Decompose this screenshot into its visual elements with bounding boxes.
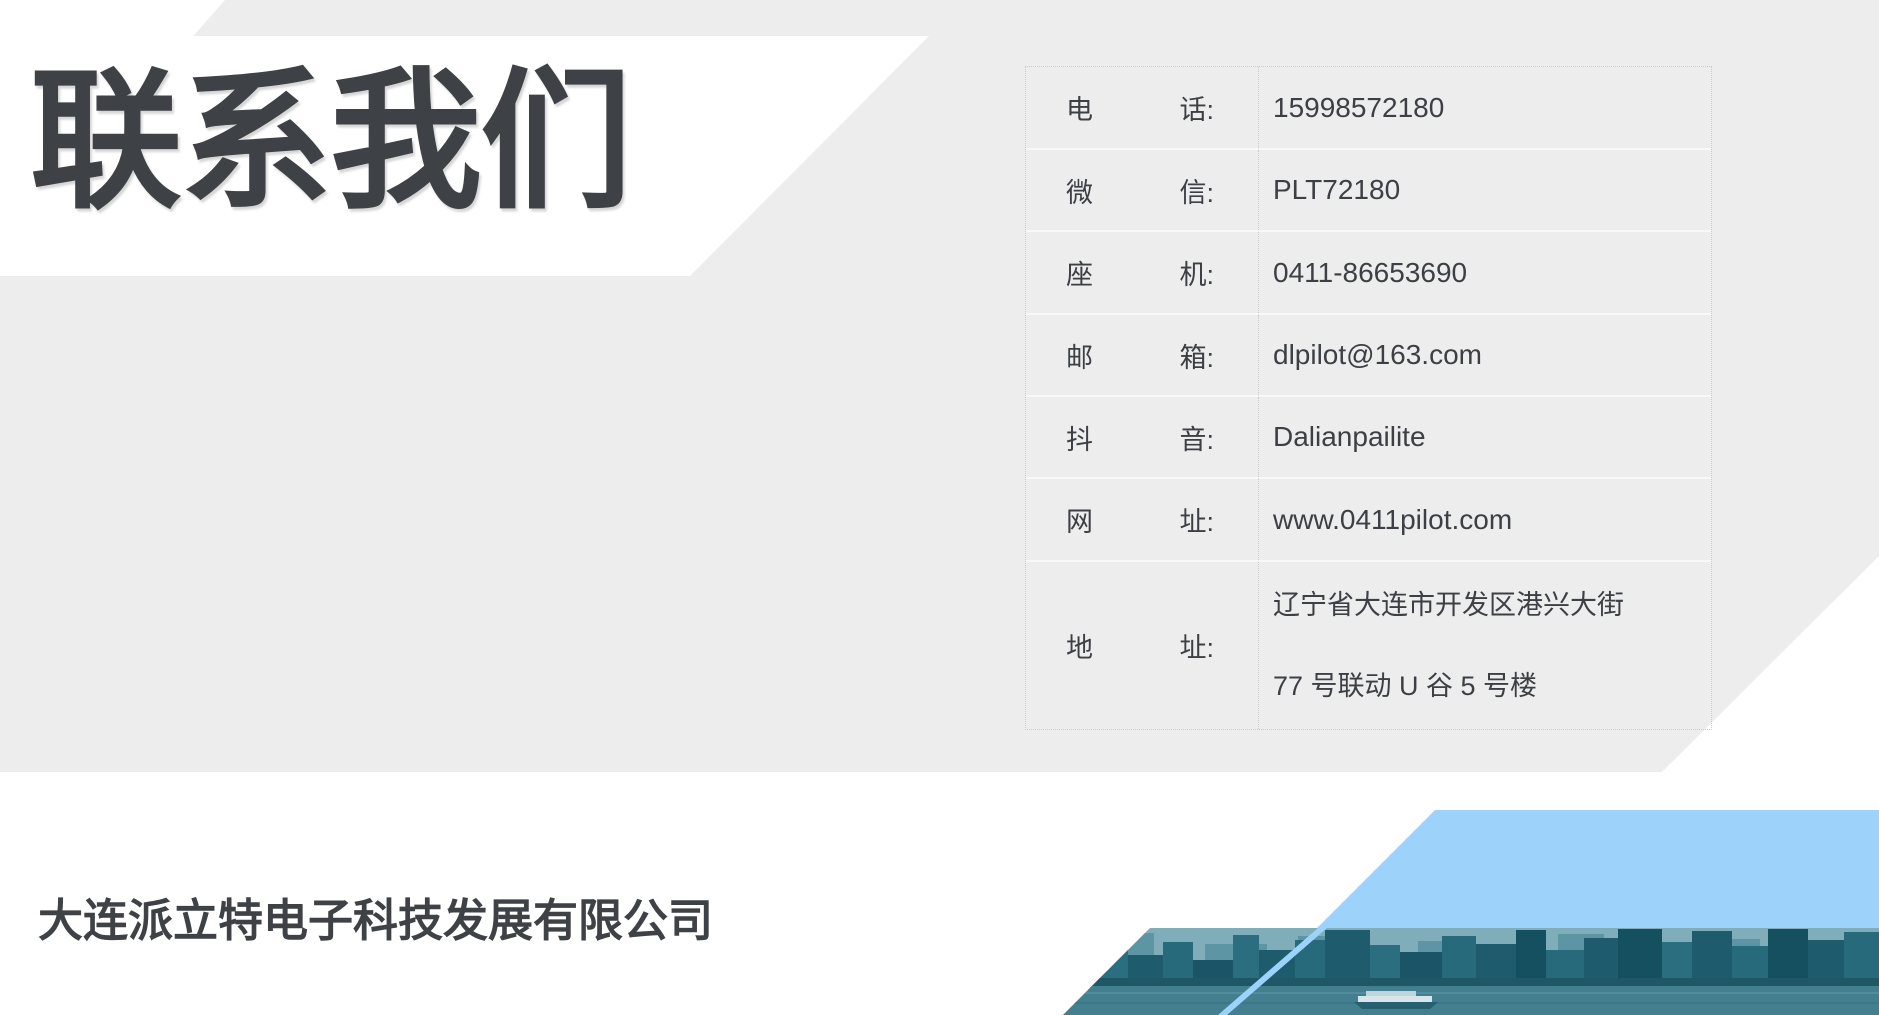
contact-value-email: dlpilot@163.com	[1259, 315, 1711, 397]
label-char: 网	[1066, 500, 1093, 539]
contact-value-website: www.0411pilot.com	[1259, 479, 1711, 562]
contact-table: 电 话: 15998572180 微 信: PLT72180 座 机: 0411…	[1025, 66, 1712, 730]
label-char: 座	[1066, 253, 1093, 292]
label-char: 话:	[1179, 88, 1214, 127]
label-char: 电	[1066, 88, 1093, 127]
label-char: 信:	[1179, 171, 1214, 210]
label-char: 址:	[1179, 500, 1214, 539]
label-char: 机:	[1179, 253, 1214, 292]
label-char: 箱:	[1179, 336, 1214, 375]
contact-value-phone: 15998572180	[1259, 67, 1711, 150]
contact-label: 抖 音:	[1026, 397, 1259, 479]
contact-value-wechat: PLT72180	[1259, 150, 1711, 232]
company-name: 大连派立特电子科技发展有限公司	[38, 884, 713, 949]
contact-label: 邮 箱:	[1026, 315, 1259, 397]
contact-label: 网 址:	[1026, 479, 1259, 562]
label-char: 音:	[1179, 418, 1214, 457]
contact-value-landline: 0411-86653690	[1259, 232, 1711, 315]
label-char: 邮	[1066, 336, 1093, 375]
contact-value-address: 辽宁省大连市开发区港兴大街 77 号联动 U 谷 5 号楼	[1259, 562, 1711, 729]
label-char: 地	[1066, 626, 1093, 665]
label-char: 抖	[1066, 418, 1093, 457]
contact-label: 地 址:	[1026, 562, 1259, 729]
contact-label: 电 话:	[1026, 67, 1259, 150]
label-char: 微	[1066, 171, 1093, 210]
contact-value-douyin: Dalianpailite	[1259, 397, 1711, 479]
address-line-2: 77 号联动 U 谷 5 号楼	[1273, 666, 1537, 706]
slide: 联系我们 电 话: 15998572180 微 信: PLT72180 座 机:…	[0, 0, 1879, 1015]
label-char: 址:	[1179, 626, 1214, 665]
address-line-1: 辽宁省大连市开发区港兴大街	[1273, 585, 1624, 625]
contact-label: 座 机:	[1026, 232, 1259, 315]
cityscape-image	[1050, 928, 1879, 1015]
contact-label: 微 信:	[1026, 150, 1259, 232]
page-title: 联系我们	[30, 66, 630, 218]
